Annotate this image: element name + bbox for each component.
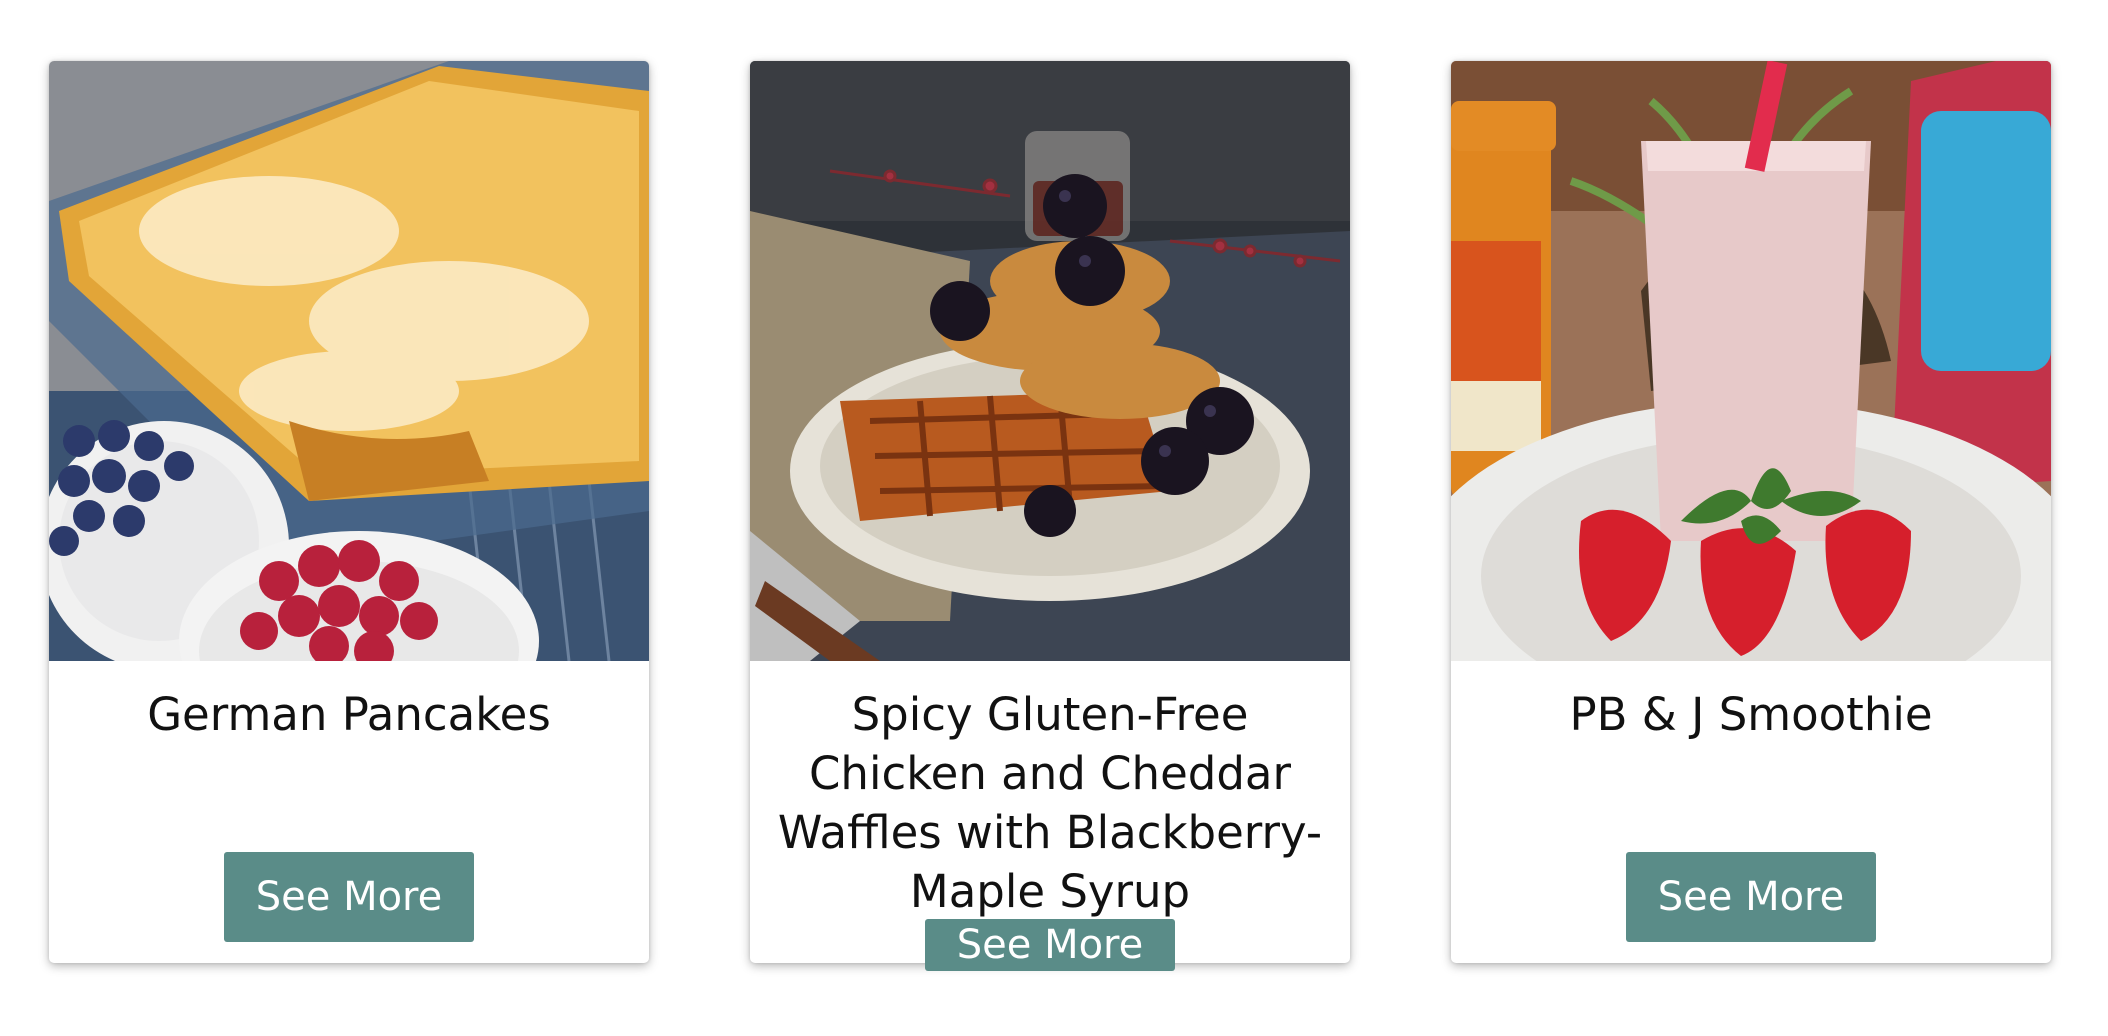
- recipe-grid: German Pancakes See More Spicy Gluten-Fr…: [0, 0, 2108, 1036]
- chicken-waffles-image[interactable]: [750, 61, 1350, 661]
- card-title[interactable]: German Pancakes: [59, 685, 639, 744]
- see-more-button[interactable]: See More: [1626, 852, 1876, 942]
- recipe-card-chicken-waffles[interactable]: Spicy Gluten-Free Chicken and Cheddar Wa…: [750, 61, 1350, 971]
- see-more-button[interactable]: See More: [925, 919, 1175, 971]
- recipe-card-pbj-smoothie[interactable]: PB & J Smoothie See More: [1451, 61, 2051, 963]
- card-title[interactable]: PB & J Smoothie: [1461, 685, 2041, 744]
- card-title[interactable]: Spicy Gluten-Free Chicken and Cheddar Wa…: [760, 685, 1340, 921]
- pbj-smoothie-image[interactable]: [1451, 61, 2051, 661]
- german-pancakes-image[interactable]: [49, 61, 649, 661]
- recipe-card-german-pancakes[interactable]: German Pancakes See More: [49, 61, 649, 963]
- see-more-button[interactable]: See More: [224, 852, 474, 942]
